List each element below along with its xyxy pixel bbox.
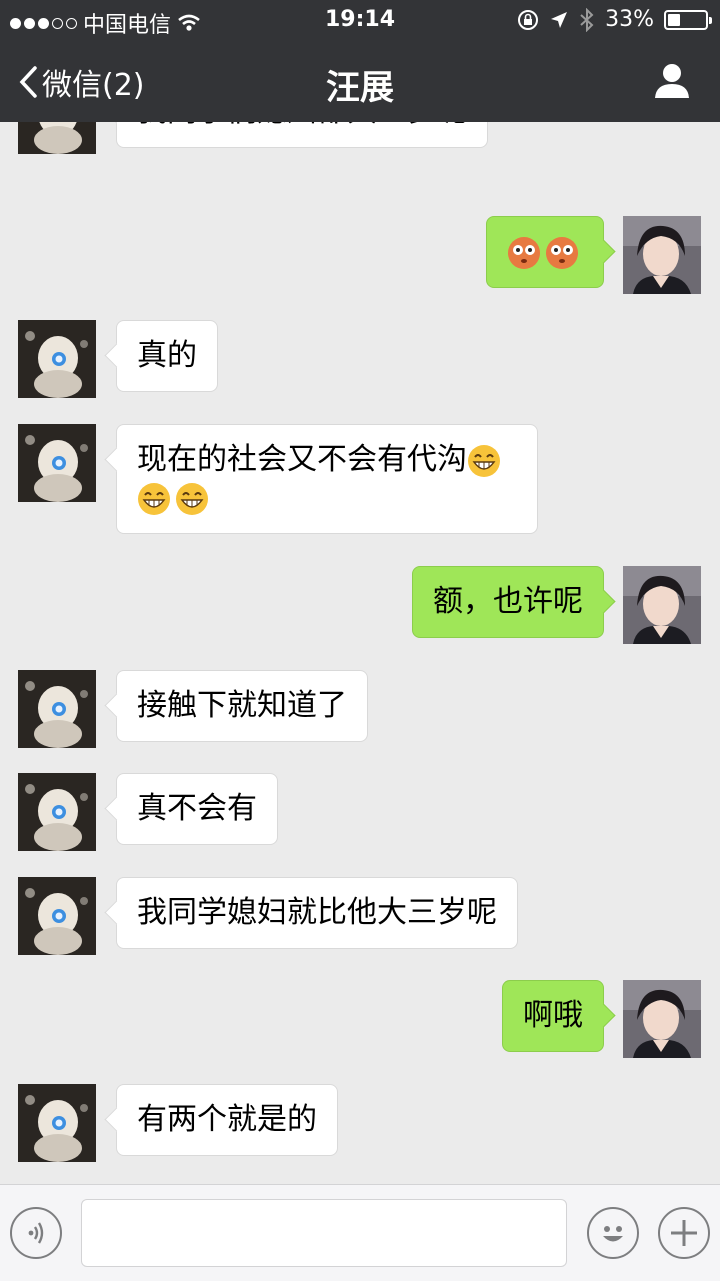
- back-label: 微信(2): [42, 68, 145, 103]
- flushed-face-emoji: [546, 236, 578, 269]
- battery-icon: [664, 9, 712, 30]
- message-text: 额，也许呢: [433, 584, 583, 619]
- message-list[interactable]: 我同学们媳妇都大三岁呢真的现在的社会又不会有代沟额，也许呢接触下就知道了真不会有…: [0, 122, 720, 1184]
- input-bar: [0, 1184, 720, 1281]
- navigation-bar: 微信(2) 汪展: [0, 40, 720, 122]
- battery-percent: 33%: [605, 7, 654, 32]
- back-button[interactable]: 微信(2): [18, 60, 145, 104]
- grin-emoji: [138, 482, 170, 515]
- flushed-face-emoji: [508, 236, 540, 269]
- message-text: 我同学媳妇就比他大三岁呢: [137, 895, 497, 930]
- message-input[interactable]: [81, 1199, 567, 1267]
- person-icon: [655, 64, 689, 98]
- contact-avatar[interactable]: [18, 424, 96, 502]
- contact-avatar[interactable]: [18, 877, 96, 955]
- plus-icon: [671, 1220, 697, 1246]
- message-text: 现在的社会又不会有代沟: [137, 442, 467, 477]
- more-button[interactable]: [658, 1207, 710, 1259]
- my-avatar[interactable]: [623, 980, 701, 1058]
- message-bubble[interactable]: 有两个就是的: [116, 1084, 338, 1156]
- top-bar: 中国电信 19:14 33% 微信(2) 汪展: [0, 0, 720, 122]
- message-text: 有两个就是的: [137, 1102, 317, 1137]
- message-bubble[interactable]: 我同学媳妇就比他大三岁呢: [116, 877, 518, 949]
- voice-icon: [28, 1222, 44, 1244]
- message-text: 真不会有: [137, 791, 257, 826]
- message-bubble[interactable]: 真不会有: [116, 773, 278, 845]
- emoji-button[interactable]: [587, 1207, 639, 1259]
- contact-avatar[interactable]: [18, 1084, 96, 1162]
- chevron-left-icon: [19, 66, 37, 98]
- rotation-lock-icon: [518, 9, 539, 30]
- voice-button[interactable]: [10, 1207, 62, 1259]
- message-bubble[interactable]: 我同学们媳妇都大三岁呢: [116, 122, 488, 148]
- status-bar: 中国电信 19:14 33%: [0, 0, 720, 40]
- location-arrow-icon: [551, 11, 568, 28]
- profile-button[interactable]: [652, 60, 692, 104]
- battery-level-fill: [668, 13, 680, 26]
- smiley-icon: [603, 1226, 623, 1242]
- message-bubble[interactable]: 额，也许呢: [412, 566, 604, 638]
- message-text: 接触下就知道了: [137, 688, 347, 723]
- grin-emoji: [176, 482, 208, 515]
- message-bubble[interactable]: 接触下就知道了: [116, 670, 368, 742]
- contact-avatar[interactable]: [18, 320, 96, 398]
- message-text: 啊哦: [523, 998, 583, 1033]
- my-avatar[interactable]: [623, 216, 701, 294]
- message-bubble[interactable]: 啊哦: [502, 980, 604, 1052]
- message-bubble[interactable]: [486, 216, 604, 288]
- contact-avatar[interactable]: [18, 670, 96, 748]
- contact-avatar[interactable]: [18, 773, 96, 851]
- message-bubble[interactable]: 真的: [116, 320, 218, 392]
- message-bubble[interactable]: 现在的社会又不会有代沟: [116, 424, 538, 534]
- grin-emoji: [468, 444, 500, 477]
- bluetooth-icon: [580, 7, 594, 32]
- contact-avatar[interactable]: [18, 122, 96, 154]
- message-text: 真的: [137, 338, 197, 373]
- message-text: 我同学们媳妇都大三岁呢: [137, 122, 467, 129]
- my-avatar[interactable]: [623, 566, 701, 644]
